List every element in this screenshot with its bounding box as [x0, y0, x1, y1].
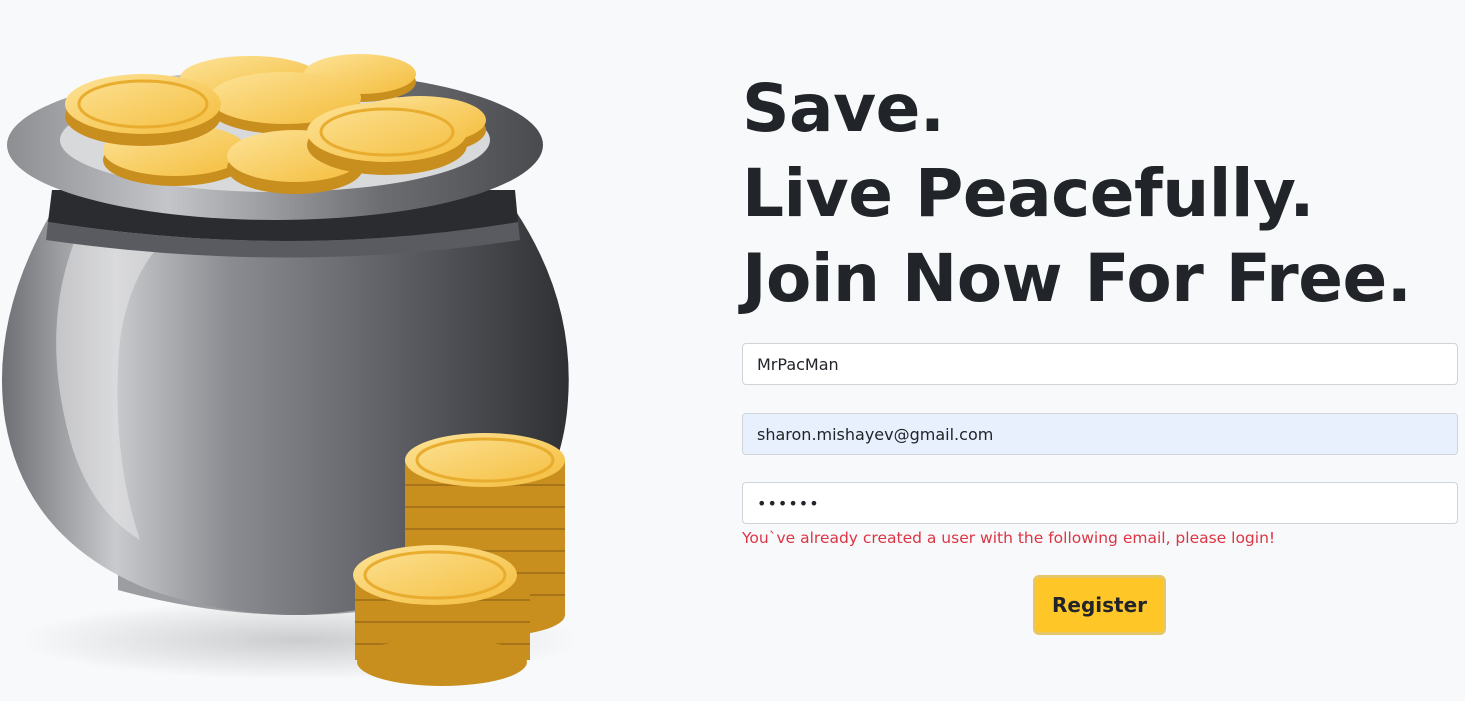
register-page: Save. Live Peacefully. Join Now For Free… [0, 0, 1465, 701]
email-input[interactable] [742, 413, 1458, 455]
error-message: You`ve already created a user with the f… [742, 529, 1276, 547]
password-input[interactable] [742, 482, 1458, 524]
pot-of-gold-coins-icon [2, 54, 580, 686]
page-headline: Save. Live Peacefully. Join Now For Free… [742, 66, 1412, 321]
register-button[interactable]: Register [1033, 575, 1166, 635]
username-input[interactable] [742, 343, 1458, 385]
coin-stack-short [353, 545, 530, 686]
headline-line-save: Save. [742, 70, 945, 147]
headline-line-join: Join Now For Free. [742, 240, 1412, 317]
headline-line-live: Live Peacefully. [742, 155, 1314, 232]
